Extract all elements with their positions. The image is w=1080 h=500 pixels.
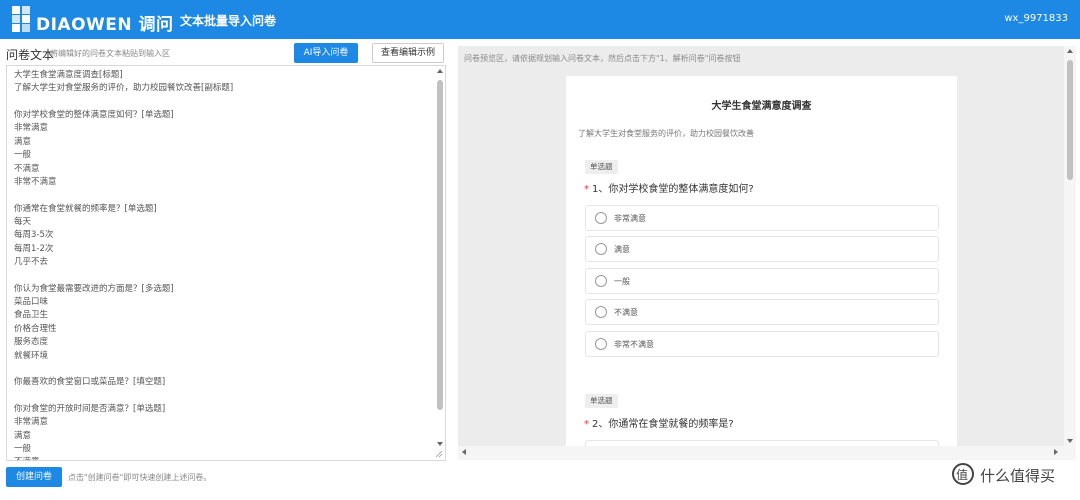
preview-horizontal-scrollbar[interactable] — [458, 446, 1076, 460]
editor-line: 满意 — [14, 136, 32, 147]
editor-line: 不满意 — [14, 456, 429, 460]
radio-button[interactable] — [595, 306, 607, 318]
editor-line: 你对食堂的开放时间是否满意？[单选题] — [14, 403, 166, 414]
option-row[interactable]: 一般 — [585, 268, 939, 294]
preview-vertical-scrollbar[interactable] — [1064, 46, 1076, 446]
question-1-title: * 1、你对学校食堂的整体满意度如何? — [584, 180, 754, 195]
editor-line: 几乎不去 — [14, 257, 49, 268]
scroll-up-arrow-icon[interactable] — [1067, 49, 1073, 53]
option-label: 不满意 — [614, 308, 638, 317]
brand-name[interactable]: DIAOWEN 调问 — [36, 10, 174, 35]
option-row[interactable]: 非常满意 — [585, 205, 939, 231]
survey-description: 了解大学生对食堂服务的评价，助力校园餐饮改善 — [578, 129, 754, 138]
diaowen-logo-icon — [12, 6, 32, 32]
editor-line: 服务态度 — [14, 337, 49, 348]
editor-line: 每周3-5次 — [14, 230, 54, 241]
watermark-text: 什么值得买 — [980, 467, 1056, 485]
survey-text-content: 大学生食堂满意度调查[标题] 了解大学生对食堂服务的评价，助力校园餐饮改善[副标题… — [14, 69, 429, 460]
editor-line: 你认为食堂最需要改进的方面是？[多选题] — [14, 283, 174, 294]
editor-line: 食品卫生 — [14, 310, 49, 321]
preview-hint: 问卷预览区，请依据规划输入问卷文本，然后点击下方"1、解析问卷"问卷按钮 — [464, 54, 741, 63]
option-label: 非常满意 — [614, 214, 646, 223]
survey-title: 大学生食堂满意度调查 — [711, 101, 812, 112]
question-type-badge: 单选题 — [585, 160, 618, 174]
option-row[interactable]: 非常不满意 — [585, 331, 939, 357]
editor-line: 菜品口味 — [14, 297, 49, 308]
preview-scrollbar-thumb[interactable] — [1067, 60, 1073, 180]
create-survey-button[interactable]: 创建问卷 — [6, 467, 62, 487]
editor-line: 非常不满意 — [14, 176, 57, 187]
scroll-right-arrow-icon[interactable] — [1054, 449, 1058, 455]
editor-line: 每周1-2次 — [14, 243, 54, 254]
editor-line: 了解大学生对食堂服务的评价，助力校园餐饮改善[副标题] — [14, 83, 234, 94]
editor-line: 一般 — [14, 150, 32, 161]
radio-button[interactable] — [595, 275, 607, 287]
question-2-text: 2、你通常在食堂就餐的频率是? — [592, 419, 734, 430]
view-example-button[interactable]: 查看编辑示例 — [372, 43, 444, 63]
editor-line: 就餐环境 — [14, 350, 49, 361]
editor-line: 非常满意 — [14, 417, 49, 428]
editor-line: 你对学校食堂的整体满意度如何？[单选题] — [14, 110, 174, 121]
radio-button[interactable] — [595, 212, 607, 224]
create-survey-hint: 点击"创建问卷"即可快速创建上述问卷。 — [68, 473, 212, 482]
survey-text-input[interactable]: 大学生食堂满意度调查[标题] 了解大学生对食堂服务的评价，助力校园餐饮改善[副标题… — [6, 65, 446, 461]
option-label: 非常不满意 — [614, 340, 654, 349]
editor-panel-title: 问卷文本 — [6, 48, 55, 62]
editor-line: 价格合理性 — [14, 323, 57, 334]
option-row[interactable]: 满意 — [585, 236, 939, 262]
editor-panel: 问卷文本 将编辑好的问卷文本粘贴到输入区 AI导入问卷 查看编辑示例 大学生食堂… — [0, 39, 450, 500]
option-row[interactable]: 不满意 — [585, 299, 939, 325]
question-1-text: 1、你对学校食堂的整体满意度如何? — [592, 184, 754, 195]
editor-line: 你通常在食堂就餐的频率是？[单选题] — [14, 203, 157, 214]
top-bar: DIAOWEN 调问 文本批量导入问卷 wx_9971833 — [0, 0, 1080, 39]
scroll-up-arrow-icon[interactable] — [437, 69, 443, 73]
scroll-down-arrow-icon[interactable] — [1067, 439, 1073, 443]
page-title: 文本批量导入问卷 — [180, 14, 277, 28]
editor-line: 大学生食堂满意度调查[标题] — [14, 70, 123, 80]
option-label: 满意 — [614, 245, 630, 254]
editor-line: 满意 — [14, 430, 32, 441]
survey-preview-paper: 大学生食堂满意度调查 了解大学生对食堂服务的评价，助力校园餐饮改善 单选题 * 1… — [566, 76, 957, 460]
radio-button[interactable] — [595, 338, 607, 350]
user-account[interactable]: wx_9971833 — [1004, 13, 1068, 24]
editor-line: 不满意 — [14, 163, 40, 174]
smzdm-logo-icon: 值 — [952, 463, 974, 485]
editor-line: 一般 — [14, 444, 32, 455]
resize-handle-icon[interactable] — [435, 450, 443, 458]
radio-button[interactable] — [595, 243, 607, 255]
editor-scrollbar-thumb[interactable] — [437, 80, 443, 410]
required-mark: * — [584, 184, 589, 195]
ai-import-button[interactable]: AI导入问卷 — [294, 43, 358, 63]
required-mark: * — [584, 419, 589, 430]
preview-panel: 问卷预览区，请依据规划输入问卷文本，然后点击下方"1、解析问卷"问卷按钮 大学生… — [458, 46, 1076, 460]
editor-line: 每天 — [14, 216, 32, 227]
editor-line: 你最喜欢的食堂窗口或菜品是？[填空题] — [14, 377, 166, 388]
question-type-badge: 单选题 — [585, 394, 618, 408]
editor-panel-hint: 将编辑好的问卷文本粘贴到输入区 — [50, 49, 170, 58]
option-label: 一般 — [614, 277, 630, 286]
editor-line: 非常满意 — [14, 123, 49, 134]
scroll-down-arrow-icon[interactable] — [437, 442, 443, 446]
scroll-left-arrow-icon[interactable] — [462, 449, 466, 455]
question-2-title: * 2、你通常在食堂就餐的频率是? — [584, 415, 734, 430]
